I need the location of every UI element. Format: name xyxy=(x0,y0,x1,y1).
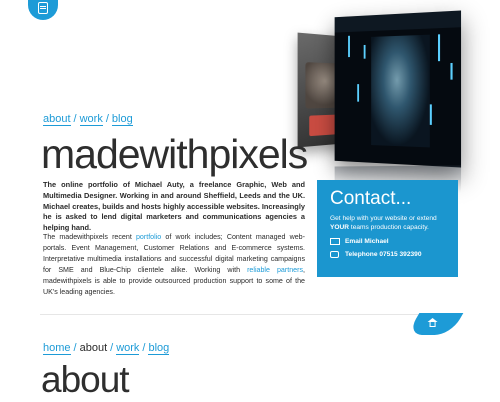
nav-separator: / xyxy=(142,342,146,354)
screenshot-header-bar xyxy=(334,10,462,33)
nav-current-about: about xyxy=(79,342,108,354)
contact-text: Get help with your website or extend YOU… xyxy=(330,214,445,232)
document-icon xyxy=(38,2,48,14)
screenshot-drop xyxy=(450,62,453,80)
screenshot-drop xyxy=(357,84,360,102)
screenshot-thumbnail xyxy=(309,114,337,137)
intro-body-text: The madewithpixels recent portfolio of w… xyxy=(43,232,305,297)
nav-home-link[interactable]: home xyxy=(43,342,71,355)
contact-text-emphasis: YOUR xyxy=(330,224,350,231)
primary-nav: about / work / blog xyxy=(43,113,133,126)
site-title: madewithpixels xyxy=(41,131,308,177)
nav-blog-link[interactable]: blog xyxy=(148,342,170,355)
telephone-number: Telephone 07515 392390 xyxy=(345,251,422,258)
screenshot-drop xyxy=(363,44,366,59)
contact-box: Contact... Get help with your website or… xyxy=(317,180,458,277)
nav-work-link[interactable]: work xyxy=(116,342,140,355)
corner-tab[interactable] xyxy=(28,0,58,20)
email-michael-link[interactable]: Email Michael xyxy=(345,238,389,245)
envelope-icon xyxy=(330,238,340,245)
screenshot-figure xyxy=(371,34,430,148)
contact-text-part: Get help with your website or extend xyxy=(330,215,437,222)
email-row: Email Michael xyxy=(330,238,445,245)
contact-title: Contact... xyxy=(330,188,412,209)
intro-body-part: The madewithpixels recent xyxy=(43,233,136,241)
home-icon xyxy=(428,318,438,328)
nav-work-link[interactable]: work xyxy=(79,113,103,126)
contact-text-part: teams production capacity. xyxy=(349,224,429,231)
nav-about-link[interactable]: about xyxy=(43,113,71,126)
section-divider xyxy=(40,314,440,315)
screenshot-drop xyxy=(438,34,441,62)
intro-lead-text: The online portfolio of Michael Auty, a … xyxy=(43,180,305,233)
portfolio-screenshot-front[interactable] xyxy=(334,10,462,168)
back-to-top-tab[interactable] xyxy=(406,313,464,335)
nav-separator: / xyxy=(73,113,77,125)
nav-separator: / xyxy=(110,342,114,354)
reliable-partners-link[interactable]: reliable partners xyxy=(247,266,303,274)
phone-row: Telephone 07515 392390 xyxy=(330,251,445,258)
speech-bubble-icon xyxy=(330,251,339,258)
about-section-title: about xyxy=(41,359,130,400)
section-nav: home / about / work / blog xyxy=(43,342,170,355)
nav-separator: / xyxy=(73,342,77,354)
screenshot-drop xyxy=(429,104,432,125)
nav-separator: / xyxy=(105,113,109,125)
nav-blog-link[interactable]: blog xyxy=(111,113,133,126)
screenshot-drop xyxy=(348,35,350,58)
portfolio-link[interactable]: portfolio xyxy=(136,233,161,241)
